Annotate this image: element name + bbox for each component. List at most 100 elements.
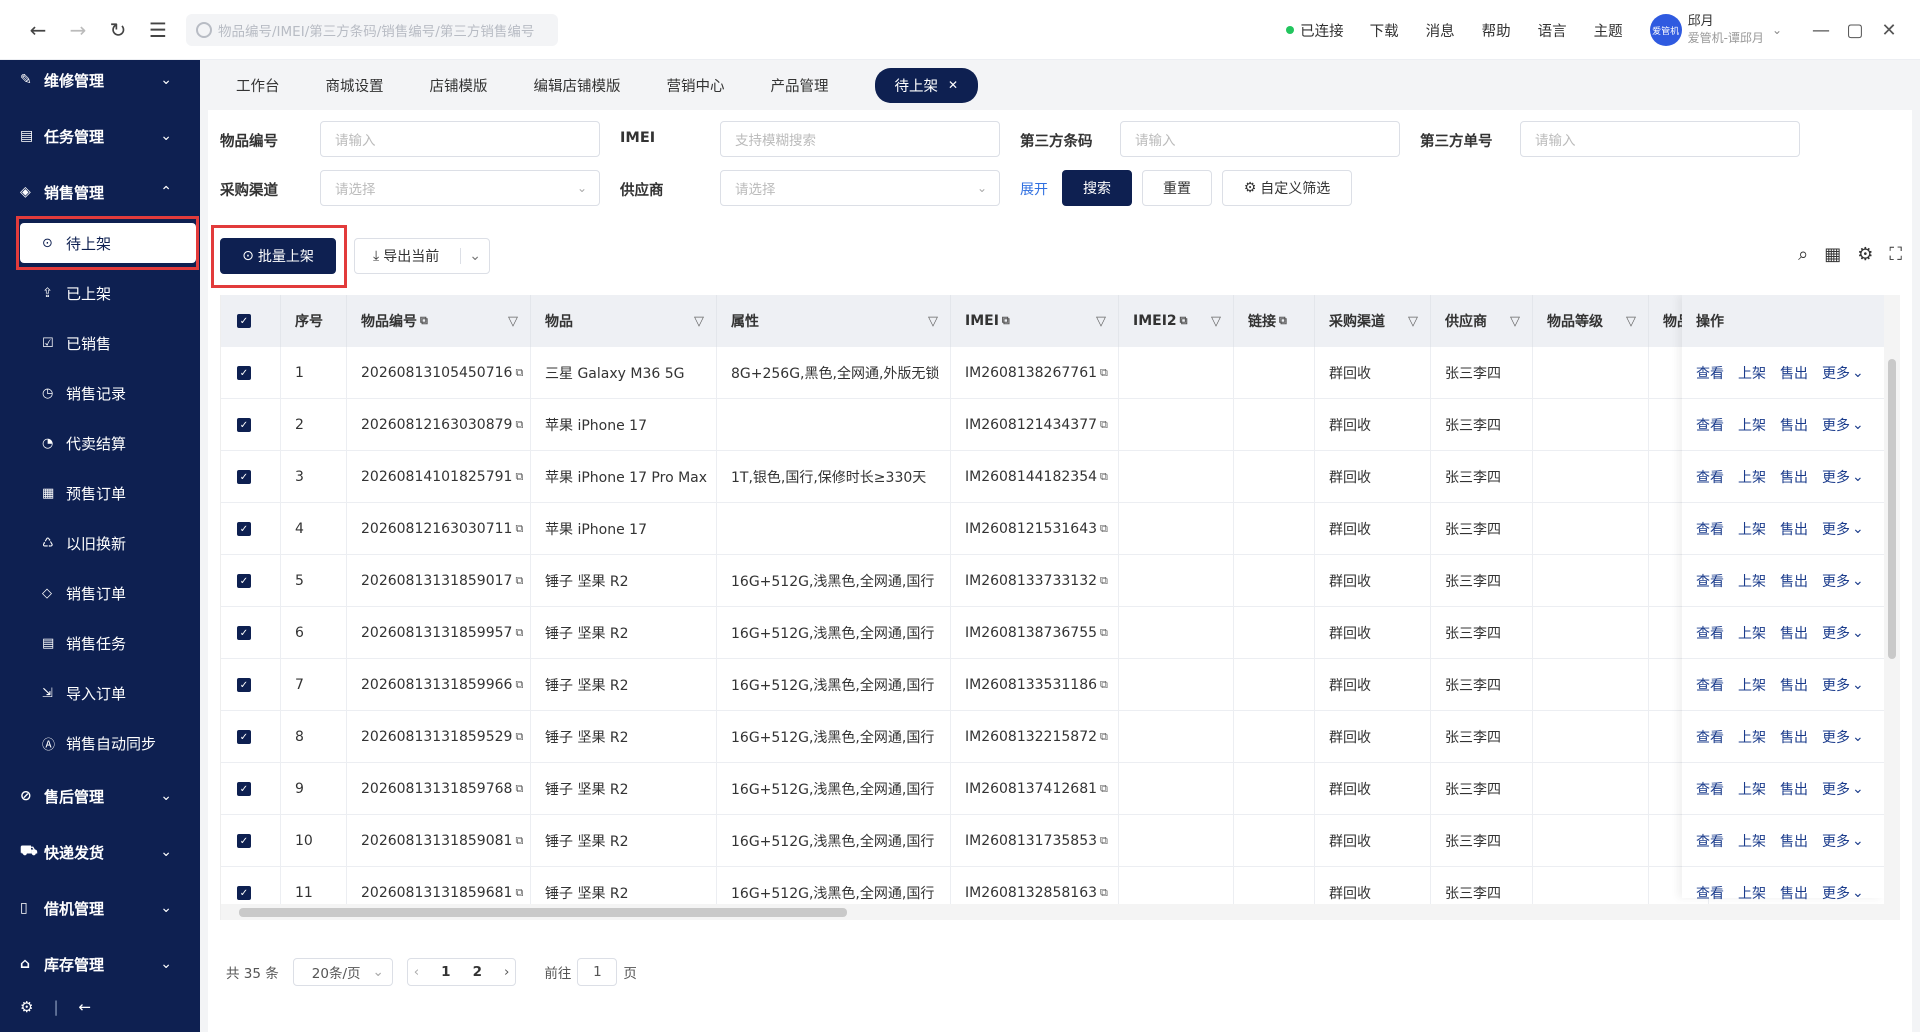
sell-button[interactable]: 售出 [1780,675,1808,695]
copy-icon[interactable]: ⧉ [515,834,523,848]
sidebar-group-task[interactable]: ▤ 任务管理 ⌄ [0,116,200,156]
copy-icon[interactable]: ⧉ [515,626,523,640]
menu-icon[interactable]: ☰ [138,0,178,60]
more-button[interactable]: 更多 [1822,883,1850,903]
view-button[interactable]: 查看 [1696,883,1724,903]
view-button[interactable]: 查看 [1696,779,1724,799]
goto-page-input[interactable]: 1 [577,958,618,986]
shelf-button[interactable]: 上架 [1738,467,1766,487]
chevron-down-icon[interactable]: ⌄ [1852,625,1864,641]
sidebar-item-consign-settle[interactable]: ◔ 代卖结算 [20,423,196,463]
sell-button[interactable]: 售出 [1780,467,1808,487]
view-button[interactable]: 查看 [1696,571,1724,591]
cell-select[interactable]: ✓ [221,763,281,815]
copy-icon[interactable]: ⧉ [515,782,523,796]
settings-icon[interactable]: ⚙ [20,998,33,1016]
expand-link[interactable]: 展开 [1020,179,1048,199]
tab-products[interactable]: 产品管理 [771,75,829,96]
checkbox[interactable]: ✓ [237,730,251,744]
chevron-down-icon[interactable]: ⌄ [1852,469,1864,485]
view-button[interactable]: 查看 [1696,363,1724,383]
sidebar-group-shipping[interactable]: ⛟ 快递发货 ⌄ [0,832,200,872]
custom-filter-button[interactable]: ⚙ 自定义筛选 [1222,170,1352,206]
page-2[interactable]: 2 [473,964,482,980]
copy-icon[interactable]: ⧉ [1100,678,1108,692]
scroll-thumb[interactable] [1888,359,1896,659]
copy-icon[interactable]: ⧉ [515,730,523,744]
shelf-button[interactable]: 上架 [1738,415,1766,435]
checkbox[interactable]: ✓ [237,678,251,692]
checkbox[interactable]: ✓ [237,834,251,848]
cell-select[interactable]: ✓ [221,503,281,555]
table-row[interactable]: ✓ 9 20260813131859768 ⧉ 锤子 坚果 R2 16G+512G,浅黑色… [221,763,1900,815]
more-button[interactable]: 更多 [1822,467,1850,487]
shelf-button[interactable]: 上架 [1738,675,1766,695]
sidebar-group-loan[interactable]: ▯ 借机管理 ⌄ [0,888,200,928]
more-button[interactable]: 更多 [1822,363,1850,383]
theme-link[interactable]: 主题 [1594,20,1623,41]
cell-select[interactable]: ✓ [221,711,281,763]
scroll-thumb[interactable] [239,908,847,917]
checkbox[interactable]: ✓ [237,886,251,900]
table-row[interactable]: ✓ 10 20260813131859081 ⧉ 锤子 坚果 R2 16G+512G,浅黑… [221,815,1900,867]
more-button[interactable]: 更多 [1822,675,1850,695]
chevron-down-icon[interactable]: ⌄ [1852,885,1864,901]
cell-select[interactable]: ✓ [221,451,281,503]
channel-select[interactable]: 请选择 ⌄ [320,170,600,206]
copy-icon[interactable]: ⧉ [1100,470,1108,484]
checkbox[interactable]: ✓ [237,418,251,432]
reset-button[interactable]: 重置 [1142,170,1212,206]
shelf-button[interactable]: 上架 [1738,831,1766,851]
sidebar-item-trade-in[interactable]: ♺ 以旧换新 [20,523,196,563]
forward-icon[interactable]: → [58,0,98,60]
table-row[interactable]: ✓ 5 20260813131859017 ⧉ 锤子 坚果 R2 16G+512G,浅黑色… [221,555,1900,607]
shelf-button[interactable]: 上架 [1738,727,1766,747]
third-order-input[interactable]: 请输入 [1520,121,1800,157]
next-page-icon[interactable]: › [504,964,509,980]
chevron-down-icon[interactable]: ⌄ [1852,677,1864,693]
shelf-button[interactable]: 上架 [1738,883,1766,903]
cell-select[interactable]: ✓ [221,399,281,451]
sidebar-item-auto-sync[interactable]: Ⓐ 销售自动同步 [20,723,196,763]
copy-icon[interactable]: ⧉ [1100,834,1108,848]
messages-link[interactable]: 消息 [1426,20,1455,41]
global-search-input[interactable]: 物品编号/IMEI/第三方条码/销售编号/第三方销售编号 [186,13,558,46]
copy-icon[interactable]: ⧉ [515,418,523,432]
collapse-sidebar-icon[interactable]: ← [79,998,92,1016]
export-button[interactable]: ⤓ 导出当前 ⌄ [354,238,490,274]
checkbox[interactable]: ✓ [237,574,251,588]
chevron-down-icon[interactable]: ⌄ [1852,417,1864,433]
view-button[interactable]: 查看 [1696,519,1724,539]
tab-marketing[interactable]: 营销中心 [667,75,725,96]
filter-icon[interactable]: ▽ [928,314,938,329]
filter-icon[interactable]: ▽ [508,314,518,329]
view-button[interactable]: 查看 [1696,415,1724,435]
copy-icon[interactable]: ⧉ [1100,730,1108,744]
maximize-icon[interactable]: ▢ [1838,20,1872,41]
copy-icon[interactable]: ⧉ [1100,418,1108,432]
horizontal-scrollbar[interactable] [221,904,1885,920]
more-button[interactable]: 更多 [1822,415,1850,435]
sidebar-group-sales[interactable]: ◈ 销售管理 ⌃ [0,172,200,212]
view-button[interactable]: 查看 [1696,467,1724,487]
copy-icon[interactable]: ⧉ [515,366,523,380]
shelf-button[interactable]: 上架 [1738,363,1766,383]
page-1[interactable]: 1 [441,964,450,980]
third-barcode-input[interactable]: 请输入 [1120,121,1400,157]
search-icon[interactable]: ⌕ [1798,244,1808,265]
copy-icon[interactable]: ⧉ [1100,782,1108,796]
sell-button[interactable]: 售出 [1780,623,1808,643]
sidebar-item-import-order[interactable]: ⇲ 导入订单 [20,673,196,713]
cell-select[interactable]: ✓ [221,607,281,659]
header-select-all[interactable]: ✓ [221,295,281,347]
tab-edit-store-template[interactable]: 编辑店铺模版 [534,75,621,96]
checkbox[interactable]: ✓ [237,782,251,796]
copy-icon[interactable]: ⧉ [515,886,523,900]
table-row[interactable]: ✓ 3 20260814101825791 ⧉ 苹果 iPhone 17 Pro Max… [221,451,1900,503]
shelf-button[interactable]: 上架 [1738,519,1766,539]
tab-store-template[interactable]: 店铺模版 [430,75,488,96]
search-button[interactable]: 搜索 [1062,170,1132,206]
sell-button[interactable]: 售出 [1780,779,1808,799]
filter-icon[interactable]: ▽ [1510,314,1520,329]
tab-pending-shelf[interactable]: 待上架 ✕ [874,67,979,103]
